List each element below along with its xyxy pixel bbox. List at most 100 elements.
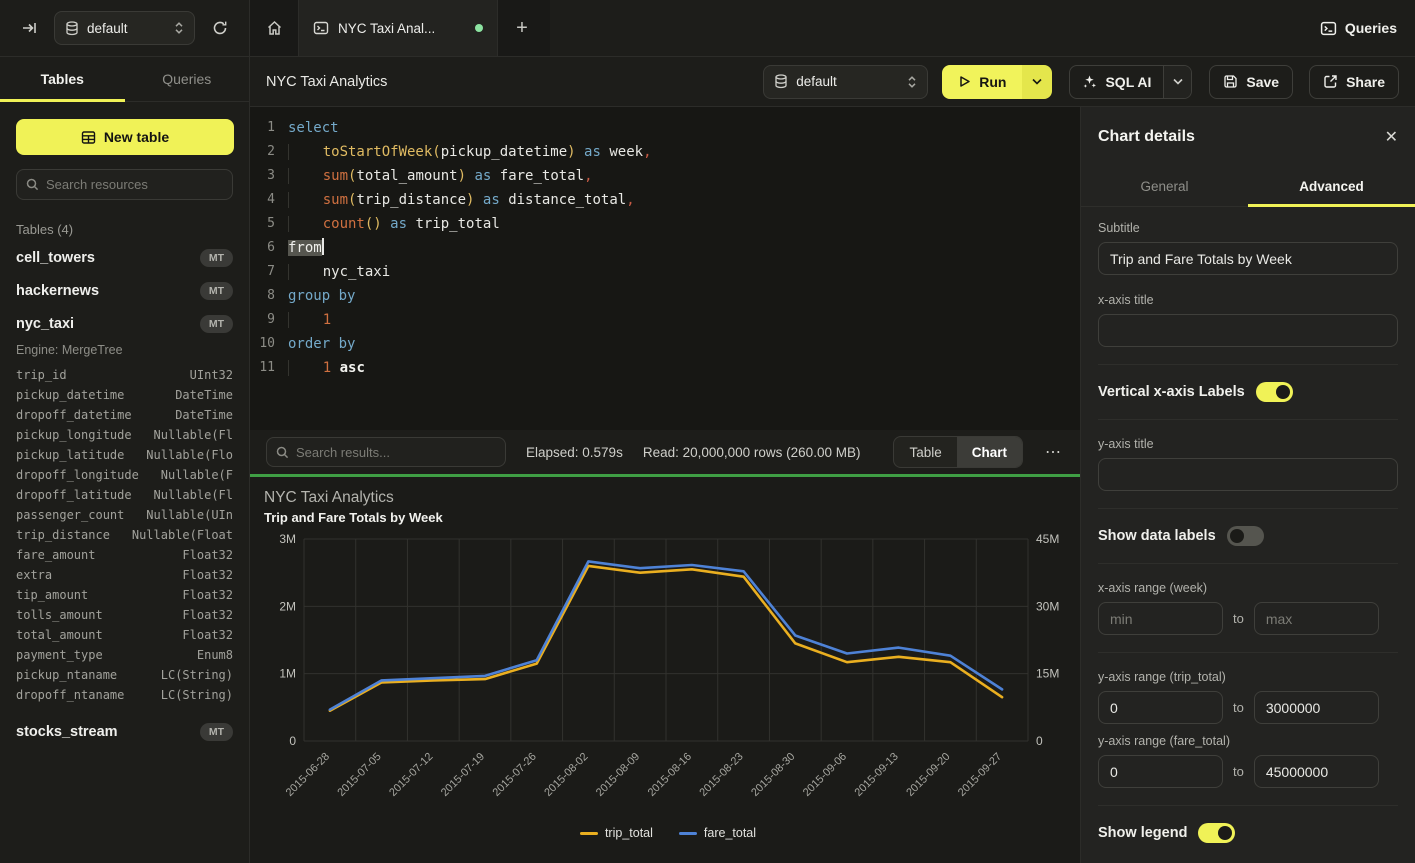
table-row[interactable]: cell_towersMT (16, 241, 233, 274)
subtitle-input[interactable] (1098, 242, 1398, 275)
sql-ai-button[interactable]: SQL AI (1070, 66, 1163, 98)
legend-item[interactable]: fare_total (679, 826, 756, 840)
table-row[interactable]: stocks_stream MT (16, 715, 233, 748)
code-line[interactable]: 6from (250, 236, 1080, 260)
code-line[interactable]: 7 nyc_taxi (250, 260, 1080, 284)
table-name: hackernews (16, 283, 99, 299)
table-icon (81, 130, 96, 145)
column-name: tolls_amount (16, 608, 103, 622)
y-axis-title-input[interactable] (1098, 458, 1398, 491)
table-engine-badge: MT (200, 282, 233, 300)
column-row[interactable]: passenger_countNullable(UIn (16, 505, 233, 525)
column-row[interactable]: trip_distanceNullable(Float (16, 525, 233, 545)
y-range-fare-min-input[interactable] (1098, 755, 1223, 788)
code-line[interactable]: 9 1 (250, 308, 1080, 332)
tab-nyc-taxi-analytics[interactable]: NYC Taxi Anal... (298, 0, 498, 56)
x-range-min-input[interactable] (1098, 602, 1223, 635)
code-line[interactable]: 8group by (250, 284, 1080, 308)
table-engine-badge: MT (200, 723, 233, 741)
code-line[interactable]: 5 count() as trip_total (250, 212, 1080, 236)
table-name: stocks_stream (16, 724, 118, 740)
sidebar-tab-tables[interactable]: Tables (0, 57, 125, 101)
svg-text:2015-09-06: 2015-09-06 (801, 751, 849, 799)
code-line[interactable]: 10order by (250, 332, 1080, 356)
run-button[interactable]: Run (942, 65, 1022, 99)
line-number: 2 (250, 140, 288, 164)
more-options-icon[interactable]: ⋯ (1043, 442, 1064, 462)
queries-label: Queries (1345, 20, 1397, 36)
refresh-icon[interactable] (205, 13, 235, 43)
column-row[interactable]: pickup_longitudeNullable(Fl (16, 425, 233, 445)
y-range-trip-min-input[interactable] (1098, 691, 1223, 724)
code-line[interactable]: 1select (250, 116, 1080, 140)
x-range-max-input[interactable] (1254, 602, 1379, 635)
vertical-x-axis-labels-toggle[interactable] (1256, 382, 1293, 402)
line-chart[interactable]: 3M45M2M30M1M15M002015-06-282015-07-05201… (264, 525, 1070, 825)
sidebar-tab-queries[interactable]: Queries (125, 57, 250, 101)
show-legend-toggle[interactable] (1198, 823, 1235, 843)
column-name: payment_type (16, 648, 103, 662)
new-table-button[interactable]: New table (16, 119, 234, 155)
code-line[interactable]: 11 1 asc (250, 356, 1080, 380)
legend-item[interactable]: trip_total (580, 826, 653, 840)
column-row[interactable]: trip_idUInt32 (16, 365, 233, 385)
search-results-input[interactable] (296, 445, 496, 460)
svg-text:2015-08-16: 2015-08-16 (646, 751, 694, 799)
code-line[interactable]: 2 toStartOfWeek(pickup_datetime) as week… (250, 140, 1080, 164)
column-row[interactable]: pickup_latitudeNullable(Flo (16, 445, 233, 465)
sql-ai-caret[interactable] (1163, 66, 1191, 98)
results-search[interactable] (266, 437, 506, 467)
chart-view-button[interactable]: Chart (957, 437, 1022, 467)
x-axis-title-label: x-axis title (1098, 293, 1398, 307)
editor-database-select[interactable]: default (763, 65, 928, 99)
collapse-sidebar-icon[interactable] (14, 13, 44, 43)
column-row[interactable]: pickup_datetimeDateTime (16, 385, 233, 405)
chart-title: NYC Taxi Analytics (264, 489, 1072, 507)
save-button[interactable]: Save (1209, 65, 1293, 99)
close-icon[interactable]: ✕ (1385, 127, 1398, 147)
column-name: pickup_longitude (16, 428, 132, 442)
run-options-caret[interactable] (1022, 65, 1052, 99)
column-row[interactable]: tolls_amountFloat32 (16, 605, 233, 625)
read-stat: Read: 20,000,000 rows (260.00 MB) (643, 445, 861, 460)
column-row[interactable]: payment_typeEnum8 (16, 645, 233, 665)
legend-label: fare_total (704, 826, 756, 840)
column-row[interactable]: dropoff_datetimeDateTime (16, 405, 233, 425)
share-button[interactable]: Share (1309, 65, 1399, 99)
column-row[interactable]: pickup_ntanameLC(String) (16, 665, 233, 685)
y-range-trip-max-input[interactable] (1254, 691, 1379, 724)
svg-text:2015-06-28: 2015-06-28 (284, 751, 332, 799)
home-icon[interactable] (250, 0, 298, 56)
svg-text:30M: 30M (1036, 599, 1059, 613)
x-axis-range-label: x-axis range (week) (1098, 581, 1398, 595)
tab-general[interactable]: General (1081, 167, 1248, 206)
table-row[interactable]: hackernews MT (16, 274, 233, 307)
svg-text:2015-08-02: 2015-08-02 (542, 751, 590, 799)
column-row[interactable]: dropoff_longitudeNullable(F (16, 465, 233, 485)
column-row[interactable]: dropoff_ntanameLC(String) (16, 685, 233, 705)
svg-text:2015-08-23: 2015-08-23 (697, 751, 745, 799)
x-axis-title-input[interactable] (1098, 314, 1398, 347)
table-row[interactable]: nyc_taxiMT (16, 307, 233, 340)
queries-button[interactable]: Queries (1320, 20, 1397, 37)
code-line[interactable]: 3 sum(total_amount) as fare_total, (250, 164, 1080, 188)
line-number: 1 (250, 116, 288, 140)
sql-editor[interactable]: 1select2 toStartOfWeek(pickup_datetime) … (250, 107, 1080, 430)
column-row[interactable]: tip_amountFloat32 (16, 585, 233, 605)
tab-advanced[interactable]: Advanced (1248, 167, 1415, 206)
topbar-database-select[interactable]: default (54, 11, 195, 45)
column-row[interactable]: total_amountFloat32 (16, 625, 233, 645)
line-number: 4 (250, 188, 288, 212)
code-line[interactable]: 4 sum(trip_distance) as distance_total, (250, 188, 1080, 212)
sidebar-search[interactable] (16, 169, 233, 200)
column-row[interactable]: extraFloat32 (16, 565, 233, 585)
show-data-labels-toggle[interactable] (1227, 526, 1264, 546)
column-name: trip_id (16, 368, 67, 382)
table-view-button[interactable]: Table (894, 437, 956, 467)
column-name: pickup_ntaname (16, 668, 117, 682)
new-tab-button[interactable]: + (498, 0, 546, 56)
y-range-fare-max-input[interactable] (1254, 755, 1379, 788)
search-resources-input[interactable] (46, 177, 223, 192)
column-row[interactable]: dropoff_latitudeNullable(Fl (16, 485, 233, 505)
column-row[interactable]: fare_amountFloat32 (16, 545, 233, 565)
